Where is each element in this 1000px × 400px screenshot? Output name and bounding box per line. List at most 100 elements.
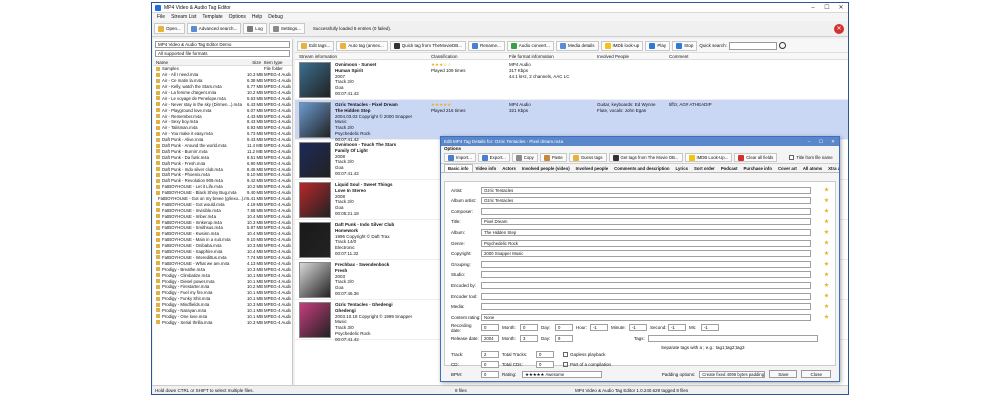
- file-row[interactable]: FatBOYHOUsE - Smithsus.m4a 5.97 MB MPEG-4 …: [153, 225, 292, 231]
- file-row[interactable]: Prodigy - Diesel power.m4a 10.1 MB MPEG-4 …: [153, 278, 292, 284]
- field-input[interactable]: The Hidden Step: [481, 228, 811, 236]
- file-row[interactable]: Daft Punk - Da funk.m4a 8.51 MB MPEG-4 Aud…: [153, 154, 292, 160]
- clear-fields-button[interactable]: Clear all fields: [734, 153, 778, 162]
- field-action-icon[interactable]: [824, 282, 829, 287]
- close-button[interactable]: Close: [801, 370, 831, 378]
- file-row[interactable]: Air - Remember.m4a4.43 MBMPEG-4 Audio Fi…: [153, 113, 292, 119]
- col-size[interactable]: Size: [247, 60, 261, 65]
- number-input[interactable]: 3: [520, 335, 538, 343]
- auto-tag-button[interactable]: Auto tag (annex...: [336, 40, 388, 51]
- col-class[interactable]: Classification: [421, 54, 509, 59]
- file-row[interactable]: FatBOYHOUsE - Invisible.m4a 7.68 MB MPEG-4…: [153, 207, 292, 213]
- import-button[interactable]: Import...: [444, 153, 476, 162]
- field-input[interactable]: [481, 303, 811, 311]
- field-input[interactable]: 2000 Snapper Music: [481, 250, 811, 258]
- maximize-button[interactable]: ☐: [820, 3, 834, 13]
- tags-input[interactable]: [648, 335, 818, 343]
- field-action-icon[interactable]: [824, 293, 829, 298]
- dialog-close[interactable]: ✕: [827, 139, 839, 145]
- minimize-button[interactable]: –: [806, 3, 820, 13]
- file-row[interactable]: Prodigy - Climbatize.m4a 10.1 MB MPEG-4 Au…: [153, 272, 292, 278]
- field-action-icon[interactable]: [824, 303, 829, 309]
- menu-stream-list[interactable]: Stream List: [168, 14, 199, 20]
- field-input[interactable]: None: [481, 313, 811, 321]
- tab-lyrics[interactable]: Lyrics: [673, 165, 692, 172]
- export-button[interactable]: Export...: [477, 153, 510, 162]
- file-filter-combo[interactable]: All supported file formats: [155, 50, 290, 57]
- field-input[interactable]: Ozric Tentacles: [481, 197, 811, 205]
- field-action-icon[interactable]: [824, 229, 829, 234]
- file-row[interactable]: FatBOYHOUsE - Got would.m4a 4.19 MB MPEG-4…: [153, 201, 292, 207]
- number-input[interactable]: 2: [481, 351, 499, 359]
- imdb-lookup-button[interactable]: IMDb look-up: [600, 40, 644, 51]
- file-row[interactable]: FatBOYHOUsE - Kwsinn.m4a 10.4 MB MPEG-4 Au…: [153, 231, 292, 237]
- copy-button[interactable]: Copy: [511, 153, 538, 162]
- file-row[interactable]: Air - Kelly, watch the Stars.m4a 6.77 MB M…: [153, 84, 292, 90]
- tab-involved-people[interactable]: Involved people: [573, 165, 611, 172]
- file-row[interactable]: Prodigy - Firestarter.m4a 10.2 MB MPEG-4 A…: [153, 284, 292, 290]
- number-input[interactable]: 0: [481, 324, 499, 332]
- track-row[interactable]: Ovnimoon - Sunset Human Spirit 2007 Track 2…: [295, 60, 848, 100]
- file-row[interactable]: Prodigy - Funky Shit.m4a 10.1 MB MPEG-4 Au…: [153, 296, 292, 302]
- gapless-checkbox[interactable]: [563, 352, 568, 358]
- tab-involved-people-video[interactable]: Involved people (video): [519, 165, 573, 172]
- close-window-button[interactable]: ✕: [834, 3, 848, 13]
- file-row[interactable]: Daft Punk - Indo silver club.m4a 8.45 MB M…: [153, 166, 292, 172]
- field-action-icon[interactable]: [824, 240, 829, 245]
- col-people[interactable]: Involved People: [597, 54, 669, 59]
- file-row[interactable]: FatBOYHOUsE - Innkerup.m4a 10.3 MB MPEG-4 …: [153, 219, 292, 225]
- file-row[interactable]: Daft Punk - Around the world.m4a 11.4 MB M…: [153, 143, 292, 149]
- stop-icon[interactable]: ✕: [834, 23, 844, 34]
- media-details-button[interactable]: Media details: [556, 40, 599, 51]
- track-row[interactable]: Ozric Tentacles - Pixel Dream The Hidden …: [295, 100, 848, 142]
- file-row[interactable]: Daft Punk - Fresh.m4a6.90 MBMPEG-4 Audio…: [153, 160, 292, 166]
- menu-options[interactable]: Options: [226, 14, 249, 20]
- number-input[interactable]: 0: [536, 351, 554, 359]
- file-row[interactable]: Prodigy - Mindfields.m4a 10.3 MB MPEG-4 Au…: [153, 302, 292, 308]
- tab-actors[interactable]: Actors: [499, 165, 519, 172]
- save-button[interactable]: Save: [769, 370, 798, 378]
- tab-cover-art[interactable]: Cover art: [775, 165, 800, 172]
- number-input[interactable]: -1: [590, 324, 608, 332]
- col-comment[interactable]: Comment: [669, 54, 749, 59]
- field-input[interactable]: [481, 207, 811, 215]
- number-input[interactable]: 2004: [481, 335, 499, 343]
- folder-combo[interactable]: MP4 Video & Audio Tag Editor Demo: [155, 41, 290, 48]
- field-action-icon[interactable]: [824, 197, 829, 203]
- file-row[interactable]: Prodigy - One love.m4a 10.1 MB MPEG-4 Audi…: [153, 313, 292, 319]
- file-row[interactable]: Daft Punk - Phoenix.m4a 9.10 MB MPEG-4 Aud…: [153, 172, 292, 178]
- file-row[interactable]: Daft Punk - Burnin'.m4a 11.2 MB MPEG-4 Aud…: [153, 148, 292, 154]
- file-row[interactable]: FatBOYHOUsE - What we are.m4a 4.13 MB MPEG…: [153, 260, 292, 266]
- file-row[interactable]: Air - Sexy boy.m4a8.43 MBMPEG-4 Audio Fi…: [153, 119, 292, 125]
- tab-purchase-info[interactable]: Purchase info: [741, 165, 775, 172]
- menu-help[interactable]: Help: [249, 14, 265, 20]
- play-button[interactable]: Play: [645, 40, 671, 51]
- log-button[interactable]: Log: [243, 23, 267, 34]
- dialog-maximize[interactable]: ☐: [815, 139, 827, 145]
- field-input[interactable]: Ozric Tentacles: [481, 186, 811, 194]
- audio-convert-button[interactable]: Audio convert...: [506, 40, 555, 51]
- file-row[interactable]: Air - Ce matin la.m4a6.38 MBMPEG-4 Audio…: [153, 78, 292, 84]
- tab-video-info[interactable]: Video info: [473, 165, 500, 172]
- tab-xtra-atom[interactable]: Xtra atom: [825, 165, 839, 172]
- tab-sort-order[interactable]: Sort order: [691, 165, 718, 172]
- advanced-search-button[interactable]: Advanced search...: [186, 23, 242, 34]
- edit-tags-button[interactable]: Edit tags...: [297, 40, 335, 51]
- title-from-file-checkbox[interactable]: [789, 155, 795, 160]
- imdb-button[interactable]: IMDB Look-Up...: [684, 153, 733, 162]
- dialog-minimize[interactable]: –: [803, 139, 815, 144]
- menu-file[interactable]: File: [154, 14, 168, 20]
- number-input[interactable]: 0: [520, 324, 538, 332]
- menu-debug[interactable]: Debug: [265, 14, 286, 20]
- field-input[interactable]: [481, 281, 811, 289]
- field-action-icon[interactable]: [824, 250, 829, 256]
- file-row[interactable]: Prodigy - Fuel my fire.m4a 10.1 MB MPEG-4 …: [153, 290, 292, 296]
- field-input[interactable]: [481, 292, 811, 300]
- field-action-icon[interactable]: [824, 314, 829, 319]
- tab-all-atoms[interactable]: All atoms: [800, 165, 825, 172]
- file-row[interactable]: FatBOYHOUsE - Main in a suit.m4a 9.10 MB M…: [153, 237, 292, 243]
- number-input[interactable]: -1: [629, 324, 647, 332]
- col-file[interactable]: File format information: [509, 54, 597, 59]
- guess-tags-button[interactable]: Guess tags: [568, 153, 607, 162]
- open-button[interactable]: Open...: [154, 23, 185, 34]
